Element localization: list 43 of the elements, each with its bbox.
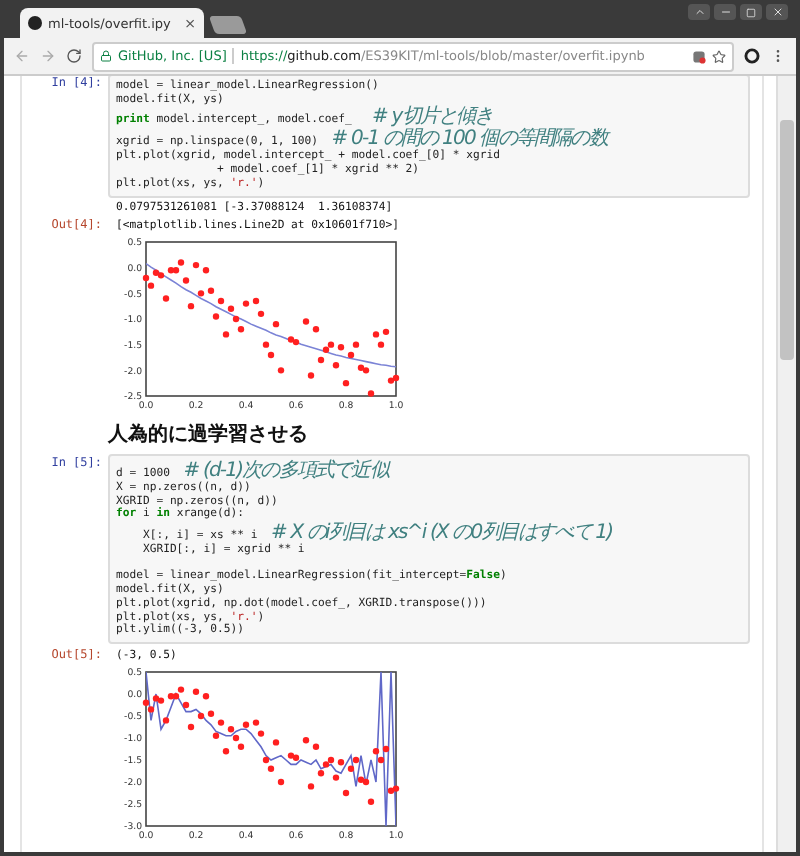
- caret-up-icon[interactable]: [688, 4, 710, 20]
- extension-icon[interactable]: [692, 49, 706, 63]
- maximize-icon[interactable]: [740, 4, 762, 20]
- data-point: [367, 390, 375, 397]
- star-icon[interactable]: [712, 49, 726, 63]
- data-point: [352, 341, 360, 348]
- data-point: [257, 310, 265, 317]
- data-point: [377, 341, 385, 348]
- circle-logo-icon: [28, 16, 42, 30]
- new-tab-button[interactable]: [208, 16, 248, 34]
- data-point: [332, 361, 340, 369]
- reload-icon[interactable]: [66, 48, 82, 64]
- data-point: [162, 295, 170, 302]
- section-heading: 人為的に過学習させる: [108, 421, 310, 448]
- data-point: [277, 367, 285, 374]
- data-point: [342, 789, 350, 796]
- close-icon[interactable]: [766, 4, 788, 20]
- data-point: [317, 356, 325, 364]
- circle-icon[interactable]: [744, 48, 760, 64]
- minimize-icon[interactable]: [714, 4, 736, 20]
- data-point: [187, 723, 195, 730]
- data-point: [332, 773, 340, 781]
- data-point: [187, 302, 195, 310]
- data-point: [307, 372, 315, 379]
- data-point: [222, 331, 230, 338]
- data-point: [257, 729, 265, 737]
- data-point: [272, 738, 280, 745]
- data-point: [212, 313, 220, 320]
- data-point: [182, 277, 190, 284]
- data-point: [222, 747, 230, 754]
- data-point: [277, 778, 285, 785]
- code-cell[interactable]: [108, 76, 750, 198]
- lock-icon: [100, 50, 112, 62]
- data-point: [267, 351, 275, 358]
- data-point: [367, 797, 375, 805]
- data-point: [342, 379, 350, 387]
- data-point: [212, 731, 220, 739]
- data-point: [262, 341, 270, 348]
- scrollbar[interactable]: [776, 76, 796, 852]
- data-point: [162, 716, 170, 723]
- data-point: [272, 320, 280, 328]
- code-cell[interactable]: [108, 453, 750, 644]
- data-point: [307, 782, 315, 789]
